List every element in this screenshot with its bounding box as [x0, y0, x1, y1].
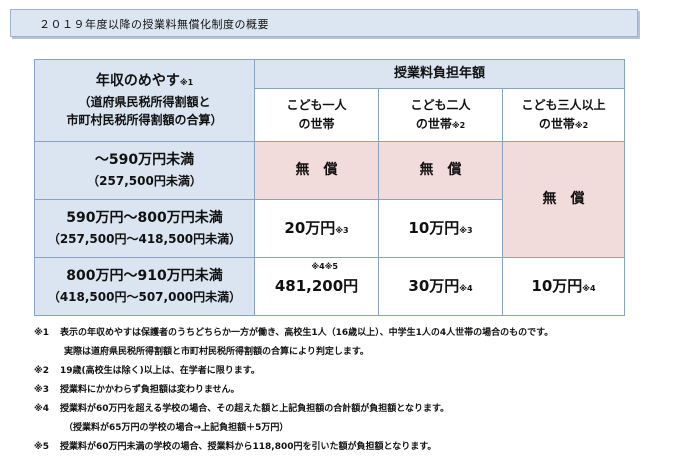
income-cell-row3: 800万円～910万円未満 （418,500円～507,000円未満）: [34, 257, 255, 316]
amount-row3-col1: 481,200円: [274, 277, 359, 296]
note-row2-col1: ※3: [335, 226, 349, 236]
burden-row3-col1: ※4※5 481,200円: [254, 257, 379, 316]
amount-row2-col1: 20万円: [284, 219, 336, 238]
income-header-sub2: 市町村民税所得割額の合算）: [66, 113, 223, 128]
income-header-main: 年収のめやす: [95, 73, 180, 90]
note-row2-col2: ※3: [459, 226, 473, 236]
col3-note: ※2: [574, 121, 589, 130]
footnotes: ※1 表示の年収めやすは保護者のうちどちらか一方が働き、高校生1人（16歳以上）、…: [34, 324, 654, 457]
income-header-cell: 年収のめやす※1 （道府県民税所得割額と 市町村民税所得割額の合算）: [34, 59, 255, 142]
note-row3-col2: ※4: [459, 284, 473, 294]
page-title: ２０１９年度以降の授業料無償化制度の概要: [39, 18, 269, 31]
footnote-text: （授業料が65万円の学校の場合→上記負担額＋5万円）: [64, 423, 289, 433]
burden-header: 授業料負担年額: [254, 59, 625, 89]
footnote-1: ※1 表示の年収めやすは保護者のうちどちらか一方が働き、高校生1人（16歳以上）、…: [34, 324, 654, 343]
footnote-mark: ※2: [34, 366, 50, 376]
burden-col3-merged: 無 償: [502, 141, 625, 258]
income-header-note: ※1: [179, 78, 194, 88]
footnote-text: 実際は道府県民税所得割額と市町村民税所得割額の合算により判定します。: [64, 347, 369, 357]
footnote-4-cont: （授業料が65万円の学校の場合→上記負担額＋5万円）: [34, 419, 654, 438]
col3-line2: の世帯: [538, 117, 575, 131]
col1-line2: の世帯: [298, 117, 335, 131]
col-header-two-children: こども二人 の世帯※2: [378, 88, 503, 142]
footnote-1-cont: 実際は道府県民税所得割額と市町村民税所得割額の合算により判定します。: [34, 343, 654, 362]
income-sub-row3: （418,500円～507,000円未満）: [47, 290, 242, 305]
footnote-text: 授業料が60万円を超える学校の場合、その超えた額と上記負担額の合計額が負担額とな…: [60, 404, 450, 414]
col1-line1: こども一人: [286, 98, 347, 113]
amount-row2-col2: 10万円: [408, 219, 460, 238]
fee-table: 年収のめやす※1 （道府県民税所得割額と 市町村民税所得割額の合算） 授業料負担…: [34, 59, 625, 316]
footnote-4: ※4 授業料が60万円を超える学校の場合、その超えた額と上記負担額の合計額が負担額…: [34, 400, 654, 419]
amount-row3-col2: 30万円: [408, 277, 460, 296]
note-row3-col1: ※4※5: [311, 262, 338, 271]
col2-line2: の世帯: [415, 117, 452, 131]
burden-row1-col2: 無 償: [378, 141, 503, 200]
footnote-mark: ※5: [34, 442, 50, 452]
footnote-5: ※5 授業料が60万円未満の学校の場合、授業料から118,800円を引いた額が負担…: [34, 438, 654, 457]
footnote-mark: ※3: [34, 385, 50, 395]
footnote-3: ※3 授業料にかかわらず負担額は変わりません。: [34, 381, 654, 400]
income-row2: 590万円～800万円未満: [66, 210, 223, 227]
burden-row2-col1: 20万円※3: [254, 199, 379, 258]
footnote-text: 授業料が60万円未満の学校の場合、授業料から118,800円を引いた額が負担額と…: [60, 442, 437, 452]
burden-row3-col2: 30万円※4: [378, 257, 503, 316]
amount-row3-col3: 10万円: [531, 277, 583, 296]
footnote-text: 授業料にかかわらず負担額は変わりません。: [60, 385, 240, 395]
income-cell-row2: 590万円～800万円未満 （257,500円～418,500円未満）: [34, 199, 255, 258]
burden-row1-col1: 無 償: [254, 141, 379, 200]
footnote-text: 表示の年収めやすは保護者のうちどちらか一方が働き、高校生1人（16歳以上）、中学…: [60, 328, 554, 338]
footnote-text: 19歳(高校生は除く)以上は、在学者に限ります。: [60, 366, 260, 376]
col3-line1: こども三人以上: [521, 98, 606, 113]
col2-note: ※2: [451, 121, 466, 130]
income-cell-row1: ～590万円未満 （257,500円未満）: [34, 141, 255, 200]
burden-row3-col3: 10万円※4: [502, 257, 625, 316]
footnote-mark: ※4: [34, 404, 50, 414]
burden-row2-col2: 10万円※3: [378, 199, 503, 258]
footnote-mark: ※1: [34, 328, 50, 338]
income-sub-row2: （257,500円～418,500円未満）: [47, 232, 242, 247]
income-sub-row1: （257,500円未満）: [87, 174, 202, 189]
title-bar: ２０１９年度以降の授業料無償化制度の概要: [10, 9, 638, 37]
footnote-2: ※2 19歳(高校生は除く)以上は、在学者に限ります。: [34, 362, 654, 381]
income-row1: ～590万円未満: [94, 152, 195, 169]
col2-line1: こども二人: [410, 98, 471, 113]
income-header-sub1: （道府県民税所得割額と: [78, 94, 211, 109]
col-header-three-children: こども三人以上 の世帯※2: [502, 88, 625, 142]
note-row3-col3: ※4: [582, 284, 596, 294]
col-header-one-child: こども一人 の世帯: [254, 88, 379, 142]
income-row3: 800万円～910万円未満: [66, 268, 223, 285]
